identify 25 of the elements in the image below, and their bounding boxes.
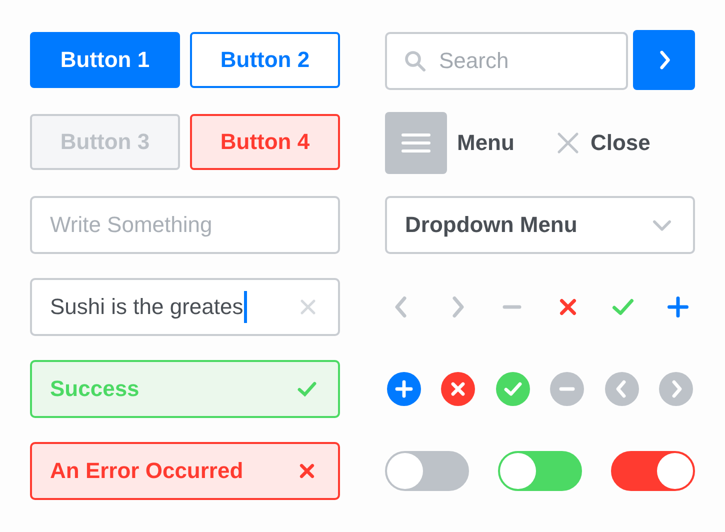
toggle-switch[interactable] <box>498 451 582 491</box>
toggle-switch[interactable] <box>385 451 469 491</box>
menu-button[interactable] <box>385 112 447 174</box>
error-alert: An Error Occurred <box>30 442 340 500</box>
circle-plus-icon[interactable] <box>387 372 421 406</box>
circle-minus-icon[interactable] <box>550 372 584 406</box>
text-field[interactable]: Write Something <box>30 196 340 254</box>
search-field[interactable]: Search <box>385 32 628 90</box>
button[interactable]: Button 1 <box>30 32 180 88</box>
circle-close-icon[interactable] <box>441 372 476 406</box>
circle-chevron-right-icon[interactable] <box>658 372 693 406</box>
button[interactable]: Button 2 <box>190 32 340 88</box>
toggle-switch[interactable] <box>611 451 695 491</box>
text-cursor <box>244 291 248 323</box>
menu-icon <box>401 131 431 155</box>
menu-label[interactable]: Menu <box>457 130 514 156</box>
search-icon <box>403 49 427 73</box>
dropdown[interactable]: Dropdown Menu <box>385 196 695 254</box>
close-icon <box>556 131 580 155</box>
circle-check-icon[interactable] <box>496 372 530 406</box>
close-button[interactable]: Close <box>556 130 650 156</box>
circle-chevron-left-icon[interactable] <box>604 372 639 406</box>
go-button[interactable] <box>633 30 695 90</box>
success-alert: Success <box>30 360 340 418</box>
text-field[interactable]: Sushi is the greates <box>30 278 340 336</box>
